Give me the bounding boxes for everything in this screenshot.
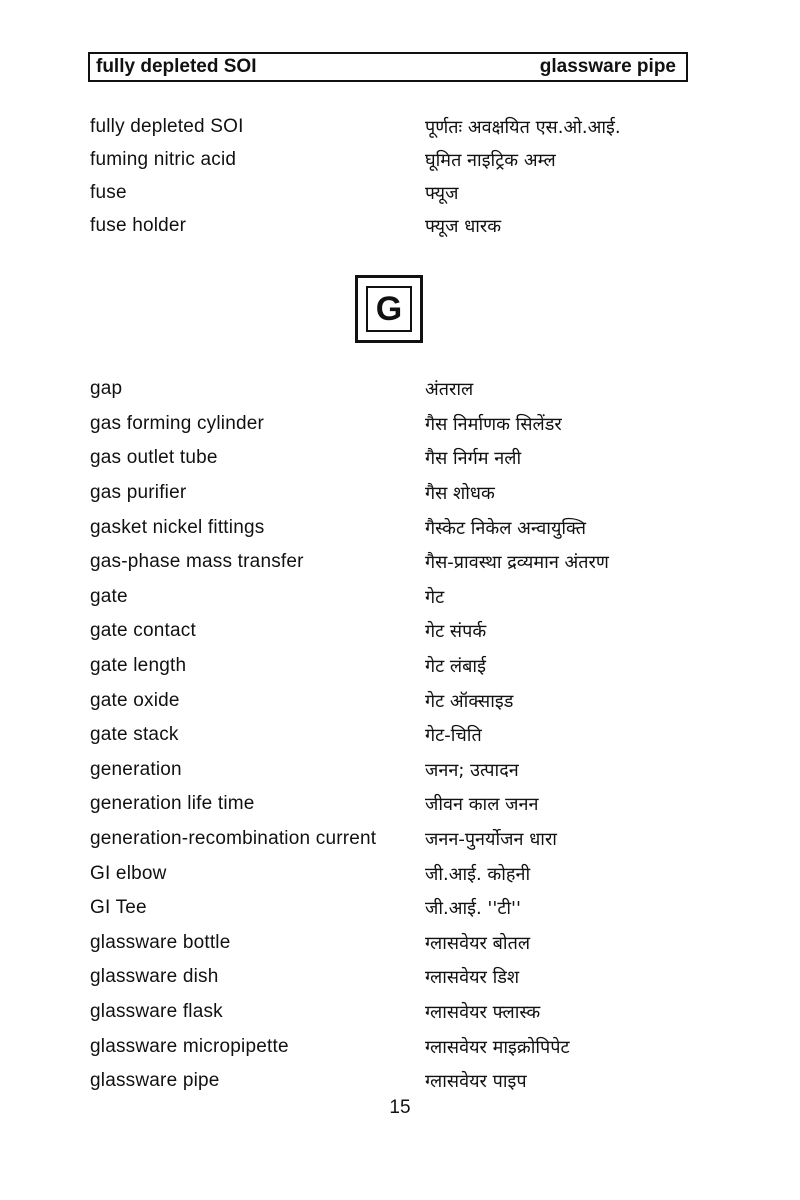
hindi-term: जी.आई. कोहनी (425, 863, 531, 885)
glossary-entry: gate length गेट लंबाई (90, 649, 740, 684)
hindi-term: घूमित नाइट्रिक अम्ल (425, 149, 556, 171)
hindi-term: गैस-प्रावस्था द्रव्यमान अंतरण (425, 552, 609, 574)
english-term: gate oxide (90, 689, 180, 711)
hindi-term: गेट-चिति (425, 725, 482, 747)
glossary-entry: gas purifier गैस शोधक (90, 476, 740, 511)
section-letter-box: G (355, 275, 423, 343)
hindi-term: गैस्केट निकेल अन्वायुक्ति (425, 517, 586, 539)
hindi-term: जी.आई. ''टी'' (425, 898, 521, 920)
hindi-term: फ्यूज (425, 182, 459, 204)
hindi-term: जनन-पुनर्योजन धारा (425, 829, 557, 851)
glossary-entry: fuse फ्यूज (90, 176, 740, 209)
hindi-term: गैस निर्गम नली (425, 448, 522, 470)
entry-list-g: gap अंतराल gas forming cylinder गैस निर्माण… (90, 372, 740, 1098)
english-term: fuming nitric acid (90, 148, 237, 170)
glossary-entry: GI Tee जी.आई. ''टी'' (90, 891, 740, 926)
glossary-entry: fuse holder फ्यूज धारक (90, 209, 740, 242)
glossary-entry: fuming nitric acid घूमित नाइट्रिक अम्ल (90, 143, 740, 176)
english-term: generation life time (90, 793, 255, 815)
english-term: gap (90, 378, 123, 400)
section-letter: G (366, 286, 412, 332)
english-term: gate stack (90, 724, 179, 746)
hindi-term: जीवन काल जनन (425, 794, 539, 816)
hindi-term: गैस निर्माणक सिलेंडर (425, 413, 562, 435)
hindi-term: ग्लासवेयर बोतल (425, 932, 531, 954)
hindi-term: गैस शोधक (425, 483, 495, 505)
glossary-entry: generation life time जीवन काल जनन (90, 787, 740, 822)
hindi-term: गेट संपर्क (425, 621, 487, 643)
hindi-term: अंतराल (425, 379, 474, 401)
hindi-term: गेट लंबाई (425, 656, 486, 678)
hindi-term: फ्यूज धारक (425, 215, 502, 237)
hindi-term: ग्लासवेयर पाइप (425, 1071, 527, 1093)
glossary-entry: gate oxide गेट ऑक्साइड (90, 683, 740, 718)
hindi-term: जनन; उत्पादन (425, 759, 519, 781)
entry-list-f: fully depleted SOI पूर्णतः अवक्षयित एस.ओ.… (90, 110, 740, 242)
glossary-entry: generation-recombination current जनन-पुनर… (90, 822, 740, 857)
glossary-entry: generation जनन; उत्पादन (90, 753, 740, 788)
hindi-term: ग्लासवेयर फ्लास्क (425, 1001, 541, 1023)
english-term: GI Tee (90, 897, 147, 919)
glossary-entry: glassware flask ग्लासवेयर फ्लास्क (90, 995, 740, 1030)
english-term: generation-recombination current (90, 828, 377, 850)
english-term: fuse holder (90, 214, 187, 236)
glossary-entry: gap अंतराल (90, 372, 740, 407)
glossary-entry: fully depleted SOI पूर्णतः अवक्षयित एस.ओ.… (90, 110, 740, 143)
glossary-entry: glassware micropipette ग्लासवेयर माइक्रोप… (90, 1029, 740, 1064)
english-term: gas outlet tube (90, 447, 218, 469)
header-first-term: fully depleted SOI (96, 56, 257, 77)
english-term: glassware pipe (90, 1070, 220, 1092)
hindi-term: पूर्णतः अवक्षयित एस.ओ.आई. (425, 116, 621, 138)
glossary-entry: gate गेट (90, 580, 740, 615)
english-term: GI elbow (90, 862, 167, 884)
glossary-entry: glassware dish ग्लासवेयर डिश (90, 960, 740, 995)
glossary-entry: gasket nickel fittings गैस्केट निकेल अन्व… (90, 510, 740, 545)
glossary-entry: glassware bottle ग्लासवेयर बोतल (90, 926, 740, 961)
english-term: fully depleted SOI (90, 115, 244, 137)
english-term: gas purifier (90, 482, 187, 504)
english-term: gate (90, 585, 128, 607)
english-term: gas-phase mass transfer (90, 551, 304, 573)
english-term: glassware micropipette (90, 1035, 289, 1057)
hindi-term: गेट (425, 586, 445, 608)
hindi-term: गेट ऑक्साइड (425, 690, 514, 712)
hindi-term: ग्लासवेयर माइक्रोपिपेट (425, 1036, 570, 1058)
glossary-entry: gate stack गेट-चिति (90, 718, 740, 753)
header-last-term: glassware pipe (539, 56, 676, 77)
english-term: gate length (90, 655, 187, 677)
english-term: gasket nickel fittings (90, 516, 265, 538)
english-term: gate contact (90, 620, 196, 642)
glossary-entry: gas outlet tube गैस निर्गम नली (90, 441, 740, 476)
glossary-entry: glassware pipe ग्लासवेयर पाइप (90, 1064, 740, 1099)
glossary-entry: gas-phase mass transfer गैस-प्रावस्था द्र… (90, 545, 740, 580)
page-number: 15 (389, 1097, 411, 1118)
hindi-term: ग्लासवेयर डिश (425, 967, 520, 989)
running-header: fully depleted SOI glassware pipe (88, 52, 688, 82)
english-term: glassware dish (90, 966, 219, 988)
english-term: glassware flask (90, 1000, 223, 1022)
glossary-entry: gate contact गेट संपर्क (90, 614, 740, 649)
english-term: fuse (90, 181, 127, 203)
english-term: glassware bottle (90, 931, 231, 953)
glossary-entry: GI elbow जी.आई. कोहनी (90, 856, 740, 891)
glossary-entry: gas forming cylinder गैस निर्माणक सिलेंडर (90, 407, 740, 442)
english-term: gas forming cylinder (90, 412, 265, 434)
english-term: generation (90, 758, 182, 780)
